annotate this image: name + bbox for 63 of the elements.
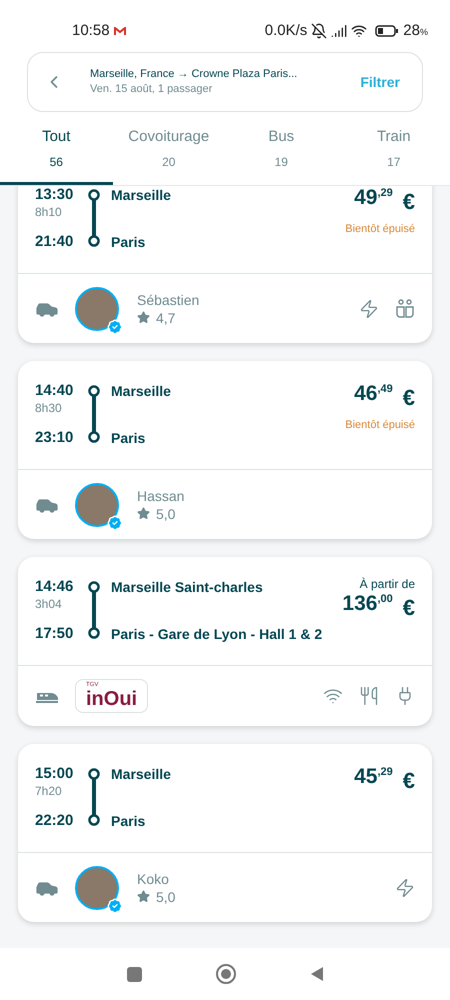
trip-duration: 7h20 (35, 784, 63, 799)
category-tab[interactable]: Covoiturage 20 (112, 124, 225, 185)
star-icon (137, 507, 150, 520)
battery-icon (375, 25, 400, 37)
availability-note: Bientôt épuisé (345, 418, 415, 433)
recents-button[interactable] (127, 966, 142, 982)
departure-place: Marseille Saint-charles (111, 578, 264, 597)
verified-icon (107, 318, 123, 334)
back-nav-button[interactable] (310, 967, 323, 981)
cutlery-icon (359, 686, 379, 706)
arrival-time: 23:10 (35, 428, 74, 448)
avatar (75, 866, 119, 910)
driver-rating: 5,0 (156, 888, 176, 906)
trip-duration: 3h04 (35, 597, 63, 612)
departure-place: Marseille (111, 382, 172, 401)
star-icon (137, 311, 150, 324)
arrival-time: 21:40 (35, 232, 74, 252)
driver-rating: 4,7 (156, 308, 176, 326)
route-line-drawing (87, 189, 101, 247)
clock: 10:58 (72, 20, 110, 41)
driver-rating: 5,0 (156, 504, 176, 522)
arrival-place: Paris (111, 429, 146, 448)
star-icon (137, 890, 150, 903)
departure-time: 15:00 (35, 764, 74, 784)
trip-duration: 8h10 (35, 205, 63, 220)
route-line-drawing (87, 581, 101, 639)
category-tab[interactable]: Train 17 (338, 124, 450, 185)
verified-icon (107, 514, 123, 530)
arrival-time: 17:50 (35, 624, 74, 644)
two-people-icon (395, 298, 415, 318)
route-line-drawing (87, 768, 101, 826)
departure-place: Marseille (111, 186, 172, 205)
trip-details: Ven. 15 août, 1 passager (90, 82, 214, 97)
driver-name: Koko (137, 870, 170, 888)
route-summary: Marseille, France → Crowne Plaza Paris... (90, 67, 298, 82)
wifi-status-icon (351, 23, 368, 39)
arrival-place: Paris (111, 233, 146, 252)
driver-name: Hassan (137, 486, 184, 504)
signal-icon (331, 23, 348, 39)
battery-level: 28% (403, 20, 428, 41)
route-line-drawing (87, 385, 101, 443)
bolt-icon (395, 878, 415, 898)
arrival-place: Paris - Gare de Lyon - Hall 1 & 2 (111, 625, 324, 644)
driver-name: Sébastien (137, 290, 200, 308)
departure-time: 14:46 (35, 577, 74, 597)
category-tab[interactable]: Bus 19 (225, 124, 338, 185)
avatar (75, 286, 119, 330)
bolt-icon (359, 298, 379, 318)
arrival-time: 22:20 (35, 811, 74, 831)
availability-note: Bientôt épuisé (345, 222, 415, 237)
price-prefix: À partir de (360, 577, 415, 591)
home-button[interactable] (216, 964, 236, 984)
mail-icon (114, 26, 126, 36)
bell-off-icon (311, 23, 328, 39)
network-speed: 0.0K/s (264, 20, 308, 41)
departure-time: 13:30 (35, 186, 74, 205)
verified-icon (107, 898, 123, 914)
arrival-place: Paris (111, 812, 146, 831)
departure-place: Marseille (111, 765, 172, 784)
trip-duration: 8h30 (35, 401, 63, 416)
departure-time: 14:40 (35, 381, 74, 401)
search-summary[interactable]: Marseille, France → Crowne Plaza Paris... Ven. 15 août, 1 passager Filtrer (27, 52, 423, 112)
avatar (75, 482, 119, 526)
